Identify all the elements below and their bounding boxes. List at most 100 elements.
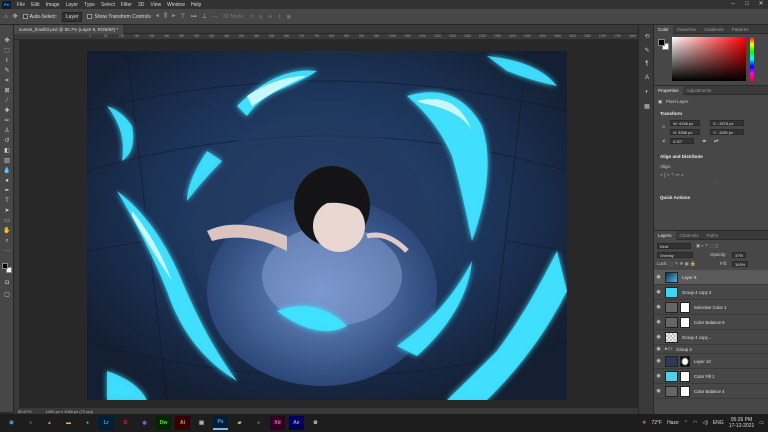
folder-app-icon[interactable]: ▬ [61, 416, 76, 430]
weather-text[interactable]: Haze [667, 420, 679, 426]
layer-name[interactable]: Group 4 [676, 347, 692, 352]
auto-select-checkbox[interactable] [22, 14, 28, 19]
menu-edit[interactable]: Edit [28, 2, 43, 8]
layer-name[interactable]: Layer 10 [694, 359, 711, 364]
volume-icon[interactable]: ◁) [702, 420, 708, 426]
adjustments-icon[interactable]: ◐ [642, 89, 652, 99]
tab-properties[interactable]: Properties [654, 85, 683, 95]
more-options-icon[interactable]: ··· [212, 14, 218, 20]
angle-field[interactable]: 0.00° [670, 138, 694, 144]
hand-tool-icon[interactable]: ✋ [2, 227, 12, 236]
eraser-tool-icon[interactable]: ◧ [2, 147, 12, 156]
menu-select[interactable]: Select [98, 2, 118, 8]
document-canvas-image[interactable] [87, 51, 567, 400]
layer-name[interactable]: Group 4 copy 2 [682, 290, 711, 295]
gradient-tool-icon[interactable]: ▥ [2, 157, 12, 166]
weather-icon[interactable]: ☀ [642, 420, 646, 426]
visibility-eye-icon[interactable]: ◉ [654, 346, 663, 352]
auto-select-dropdown[interactable]: Layer [61, 11, 83, 22]
layer-name[interactable]: Selective Color 1 [694, 305, 726, 310]
align-right-icon[interactable]: ⫸ [172, 13, 175, 20]
screen-mode-icon[interactable]: ▢ [2, 291, 12, 300]
rectangle-tool-icon[interactable]: ▭ [2, 217, 12, 226]
3d-orbit-icon[interactable]: ⟲ [250, 14, 254, 20]
foreground-color-swatch[interactable] [2, 263, 8, 269]
visibility-eye-icon[interactable]: ◉ [654, 319, 663, 325]
layer-mask-thumbnail[interactable] [680, 355, 690, 367]
lightroom-icon[interactable]: Lr [99, 416, 114, 430]
fill-field[interactable]: 100% [732, 261, 748, 267]
chat-app-icon[interactable]: ◉ [137, 416, 152, 430]
layer-row[interactable]: ◉ Color Balance 5 [654, 315, 768, 330]
menu-file[interactable]: File [14, 2, 28, 8]
whatsapp-icon[interactable]: ● [80, 416, 95, 430]
lock-icons[interactable]: ⬚ ✎ ✥ ▣ 🔒 [669, 261, 696, 267]
document-tab[interactable]: sunset_bowl03.psd @ 80.7% (Layer 9, RGB/… [14, 25, 124, 34]
tab-paths[interactable]: Paths [703, 231, 723, 240]
layer-group-row[interactable]: ◉ ▸▭ Group 4 [654, 345, 768, 354]
tab-adjustments[interactable]: Adjustments [683, 86, 716, 95]
3d-slide-icon[interactable]: ⇕ [277, 14, 281, 20]
menu-window[interactable]: Window [164, 2, 188, 8]
layer-name[interactable]: Color Fill 1 [694, 374, 715, 379]
layer-filter-icons[interactable]: ▣ ◐ T ⬚ ◻ [696, 243, 719, 249]
zoom-level[interactable]: 80.67% [18, 409, 32, 414]
move-tool-icon[interactable]: ✥ [2, 37, 12, 46]
crop-tool-icon[interactable]: ⌗ [2, 77, 12, 86]
visibility-eye-icon[interactable]: ◉ [654, 334, 663, 340]
illustrator-icon[interactable]: Ai [175, 416, 190, 430]
quick-actions-title[interactable]: Quick Actions [660, 195, 690, 200]
wifi-icon[interactable]: ◠ [693, 420, 697, 426]
start-icon[interactable]: ⊞ [4, 416, 19, 430]
menu-help[interactable]: Help [188, 2, 204, 8]
menu-layer[interactable]: Layer [63, 2, 82, 8]
language-indicator[interactable]: ENG [713, 420, 724, 426]
minimize-icon[interactable]: – [726, 0, 740, 9]
menu-image[interactable]: Image [43, 2, 63, 8]
link-icon[interactable]: ∞ [662, 124, 665, 129]
blur-tool-icon[interactable]: 💧 [2, 167, 12, 176]
move-tool-icon[interactable]: ✥ [13, 13, 18, 20]
flip-vertical-icon[interactable]: ▴▾ [714, 138, 719, 144]
files-app-icon[interactable]: ▤ [194, 416, 209, 430]
visibility-eye-icon[interactable]: ◉ [654, 358, 663, 364]
opera-icon[interactable]: O [118, 416, 133, 430]
clone-stamp-icon[interactable]: ♙ [2, 127, 12, 136]
3d-roll-icon[interactable]: ◎ [259, 14, 263, 20]
dodge-tool-icon[interactable]: ● [2, 177, 12, 186]
quick-select-tool-icon[interactable]: ✎ [2, 67, 12, 76]
quick-mask-icon[interactable]: ◘ [2, 279, 12, 288]
layer-row[interactable]: ◉ Selective Color 1 [654, 300, 768, 315]
layer-kind-filter[interactable]: Kind [657, 243, 691, 249]
pen-tool-icon[interactable]: ✒ [2, 187, 12, 196]
marquee-tool-icon[interactable]: ⬚ [2, 47, 12, 56]
type-tool-icon[interactable]: T [2, 197, 12, 206]
align-buttons-icon[interactable]: ⫷ ⫼ ⫸ ⊤ ⊶ ⊥ [660, 172, 684, 177]
blend-mode-dropdown[interactable]: Overlay [657, 252, 693, 258]
more-tools-icon[interactable]: ··· [2, 247, 12, 256]
file-explorer-icon[interactable]: ▰ [232, 416, 247, 430]
layer-row[interactable]: ◉ Group 4 copy 2 [654, 285, 768, 300]
opacity-field[interactable]: 37% [732, 252, 746, 258]
layer-mask-thumbnail[interactable] [680, 385, 690, 397]
close-icon[interactable]: ✕ [754, 0, 768, 9]
settings-gear-icon[interactable]: ⚙ [308, 416, 323, 430]
layer-row[interactable]: ◉ Layer 9 [654, 270, 768, 285]
history-brush-icon[interactable]: ↺ [2, 137, 12, 146]
history-icon[interactable]: ⟲ [642, 33, 652, 43]
xd-icon[interactable]: Xd [270, 416, 285, 430]
vlc-icon[interactable]: ▲ [42, 416, 57, 430]
align-top-icon[interactable]: ⊤ [180, 13, 185, 20]
color-picker-field[interactable] [672, 37, 746, 81]
visibility-eye-icon[interactable]: ◉ [654, 388, 663, 394]
3d-scale-icon[interactable]: ▣ [287, 14, 292, 20]
flip-horizontal-icon[interactable]: ◂▸ [702, 138, 707, 144]
y-field[interactable]: Y: -1155 px [710, 129, 744, 135]
layer-mask-thumbnail[interactable] [680, 370, 690, 382]
menu-view[interactable]: View [147, 2, 164, 8]
zoom-tool-icon[interactable]: ⌕ [2, 237, 12, 246]
menu-type[interactable]: Type [81, 2, 98, 8]
notifications-icon[interactable]: ▭ [759, 420, 764, 426]
layer-name[interactable]: Color Balance 5 [694, 320, 725, 325]
visibility-eye-icon[interactable]: ◉ [654, 289, 663, 295]
